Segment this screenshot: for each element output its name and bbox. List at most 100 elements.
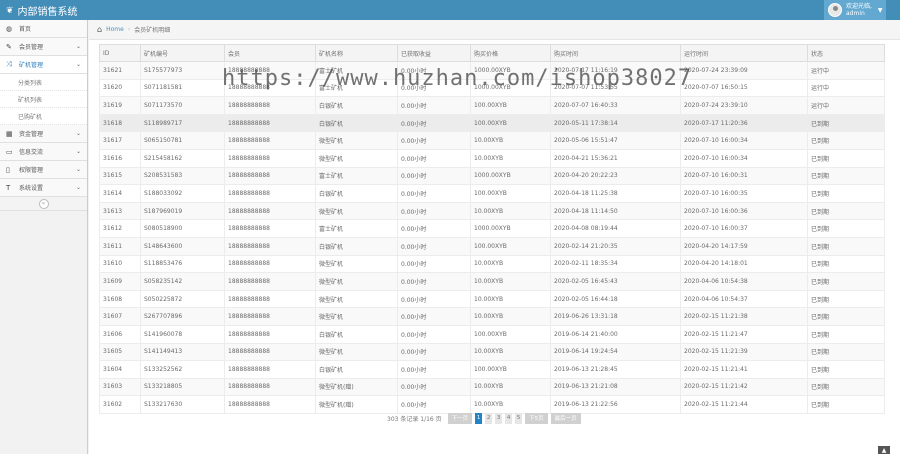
breadcrumb-separator-icon: › — [127, 26, 131, 33]
table-cell: 2019-06-13 21:21:08 — [550, 377, 681, 397]
app-title: 内部销售系统 — [17, 7, 78, 18]
table-cell: 18888888888 — [224, 272, 316, 291]
column-header: ID — [99, 44, 141, 62]
table-cell: 2020-02-15 11:21:39 — [680, 342, 808, 362]
sidebar-item-settings[interactable]: T 系统设置 ⌄ — [0, 179, 87, 197]
chat-icon: ▭ — [6, 147, 13, 156]
text-width-icon: T — [6, 183, 11, 192]
table-cell: 0.00小时 — [397, 289, 471, 309]
table-cell: 2020-07-10 16:00:37 — [680, 219, 808, 238]
table-cell: 10.00XYB — [470, 307, 551, 326]
table-row[interactable]: 31605 S141149413 18888888888 微型矿机 0.00小时 10.0… — [99, 342, 885, 362]
sidebar-subitem-categories[interactable]: 分类列表 — [0, 74, 87, 91]
chevron-down-icon: ⌄ — [75, 148, 81, 155]
table-row[interactable]: 31611 S148643600 18888888888 白银矿机 0.00小时 100.… — [99, 236, 885, 256]
table-row[interactable]: 31621 S175577973 18888888888 富士矿机 0.00小时 1000… — [99, 61, 885, 80]
table-row[interactable]: 31613 S187969019 18888888888 微型矿机 0.00小时 10.0… — [99, 201, 885, 221]
app-brand[interactable]: ❦ 内部销售系统 — [6, 3, 78, 19]
table-cell: 100.00XYB — [470, 184, 551, 203]
next-5-pages-button[interactable]: 下5页 — [525, 412, 548, 424]
table-row[interactable]: 31603 S133218805 18888888888 微型矿机(赠) 0.00小时 1… — [99, 377, 885, 397]
table-cell: 2020-07-10 16:00:35 — [680, 184, 808, 203]
table-cell: 白银矿机 — [315, 236, 398, 256]
table-row[interactable]: 31608 S050225872 18888888888 微型矿机 0.00小时 10.0… — [99, 289, 885, 309]
table-row[interactable]: 31602 S133217630 18888888888 微型矿机(赠) 0.00小时 1… — [99, 395, 885, 414]
table-cell: 31621 — [99, 61, 141, 80]
table-row[interactable]: 31614 S188033092 18888888888 白银矿机 0.00小时 100.… — [99, 184, 885, 203]
home-icon: ⌂ — [97, 25, 103, 34]
table-cell: 1000.00XYB — [470, 219, 551, 238]
table-cell: 微型矿机 — [315, 342, 398, 362]
table-row[interactable]: 31617 S065150781 18888888888 微型矿机 0.00小时 10.0… — [99, 131, 885, 150]
table-cell: 2020-07-07 16:50:15 — [680, 78, 808, 98]
table-row[interactable]: 31604 S133252562 18888888888 白银矿机 0.00小时 100.… — [99, 360, 885, 379]
table-cell: S267707896 — [140, 307, 225, 326]
table-cell: 运行中 — [807, 61, 885, 80]
sidebar-subitem-purchased[interactable]: 已购矿机 — [0, 108, 87, 125]
table-row[interactable]: 31618 S118989717 18888888888 白银矿机 0.00小时 100.… — [99, 113, 885, 133]
chevron-up-icon: ▲ — [881, 446, 887, 454]
last-page-button[interactable]: 最后一页 — [550, 412, 581, 424]
column-header: 购买时间 — [550, 44, 681, 62]
table-cell: 0.00小时 — [397, 61, 471, 80]
page-5-button[interactable]: 5 — [515, 412, 523, 424]
column-header: 购买价格 — [470, 44, 551, 62]
table-cell: 已到期 — [807, 219, 885, 238]
table-row[interactable]: 31607 S267707896 18888888888 微型矿机 0.00小时 10.0… — [99, 307, 885, 326]
table-row[interactable]: 31609 S058235142 18888888888 微型矿机 0.00小时 10.0… — [99, 272, 885, 291]
column-header: 状态 — [807, 44, 885, 62]
page-2-button[interactable]: 2 — [485, 412, 493, 424]
table-cell: 2019-06-26 13:31:18 — [550, 307, 681, 326]
table-cell: S215458162 — [140, 148, 225, 168]
table-cell: 微型矿机(赠) — [315, 395, 398, 414]
sidebar-item-messages[interactable]: ▭ 信息交流 ⌄ — [0, 143, 87, 161]
sidebar-item-members[interactable]: ✎ 会员管理 ⌄ — [0, 38, 87, 56]
sidebar-item-label: 矿机管理 — [19, 62, 44, 69]
sidebar-collapse-toggle[interactable]: « — [0, 197, 87, 211]
table-row[interactable]: 31619 S071173570 18888888888 白银矿机 0.00小时 100.… — [99, 96, 885, 115]
table-row[interactable]: 31612 S080518900 18888888888 富士矿机 0.00小时 1000… — [99, 219, 885, 238]
table-cell: 31617 — [99, 131, 141, 150]
sidebar-item-permissions[interactable]: ▯ 权限管理 ⌄ — [0, 161, 87, 179]
table-row[interactable]: 31615 S208531583 18888888888 富士矿机 0.00小时 1000… — [99, 166, 885, 186]
table-cell: 白银矿机 — [315, 184, 398, 203]
column-header: 已获取收益 — [397, 44, 471, 62]
table-cell: 18888888888 — [224, 342, 316, 362]
sidebar-item-miners[interactable]: ⤨ 矿机管理 ⌄ — [0, 56, 87, 74]
table-row[interactable]: 31610 S118853476 18888888888 微型矿机 0.00小时 10.0… — [99, 254, 885, 274]
prev-page-button[interactable]: 下一页 — [447, 412, 473, 424]
table-cell: 0.00小时 — [397, 395, 471, 414]
sidebar-subitem-miner-list[interactable]: 矿机列表 — [0, 91, 87, 108]
breadcrumb-home-link[interactable]: Home — [106, 26, 124, 33]
table-cell: 0.00小时 — [397, 184, 471, 203]
table-row[interactable]: 31616 S215458162 18888888888 微型矿机 0.00小时 10.0… — [99, 148, 885, 168]
table-cell: 微型矿机 — [315, 289, 398, 309]
sidebar-item-home[interactable]: ◍ 首页 — [0, 20, 87, 38]
user-menu[interactable]: 欢迎光临, admin ▼ — [824, 0, 886, 20]
page-4-button[interactable]: 4 — [505, 412, 513, 424]
table-cell: 10.00XYB — [470, 131, 551, 150]
table-row[interactable]: 31606 S141960078 18888888888 白银矿机 0.00小时 100.… — [99, 324, 885, 344]
table-cell: 已到期 — [807, 113, 885, 133]
main-content: ID 矿机编号 会员 矿机名称 已获取收益 购买价格 购买时间 运行时间 状态 31621 S17… — [89, 40, 900, 454]
table-cell: 31608 — [99, 289, 141, 309]
table-cell: S208531583 — [140, 166, 225, 186]
table-cell: 微型矿机 — [315, 272, 398, 291]
table-cell: 微型矿机(赠) — [315, 377, 398, 397]
sidebar-item-label: 资金管理 — [19, 131, 44, 138]
table-cell: 微型矿机 — [315, 131, 398, 150]
table-row[interactable]: 31620 S071181581 18888888888 富士矿机 0.00小时 1000… — [99, 78, 885, 98]
purchased-miners-table: ID 矿机编号 会员 矿机名称 已获取收益 购买价格 购买时间 运行时间 状态 31621 S17… — [99, 44, 885, 414]
table-cell: 2020-02-15 11:21:38 — [680, 307, 808, 326]
page-1-button[interactable]: 1 — [475, 412, 483, 424]
table-cell: 31620 — [99, 78, 141, 98]
page-3-button[interactable]: 3 — [495, 412, 503, 424]
sidebar-item-funds[interactable]: ▦ 资金管理 ⌄ — [0, 125, 87, 143]
table-cell: 已到期 — [807, 166, 885, 186]
scroll-top-button[interactable]: ▲ — [878, 446, 890, 454]
table-cell: 10.00XYB — [470, 342, 551, 362]
double-chevron-left-icon: « — [38, 198, 49, 209]
table-cell: 微型矿机 — [315, 254, 398, 274]
table-cell: 100.00XYB — [470, 324, 551, 344]
table-cell: 2020-07-07 16:40:33 — [550, 96, 681, 115]
